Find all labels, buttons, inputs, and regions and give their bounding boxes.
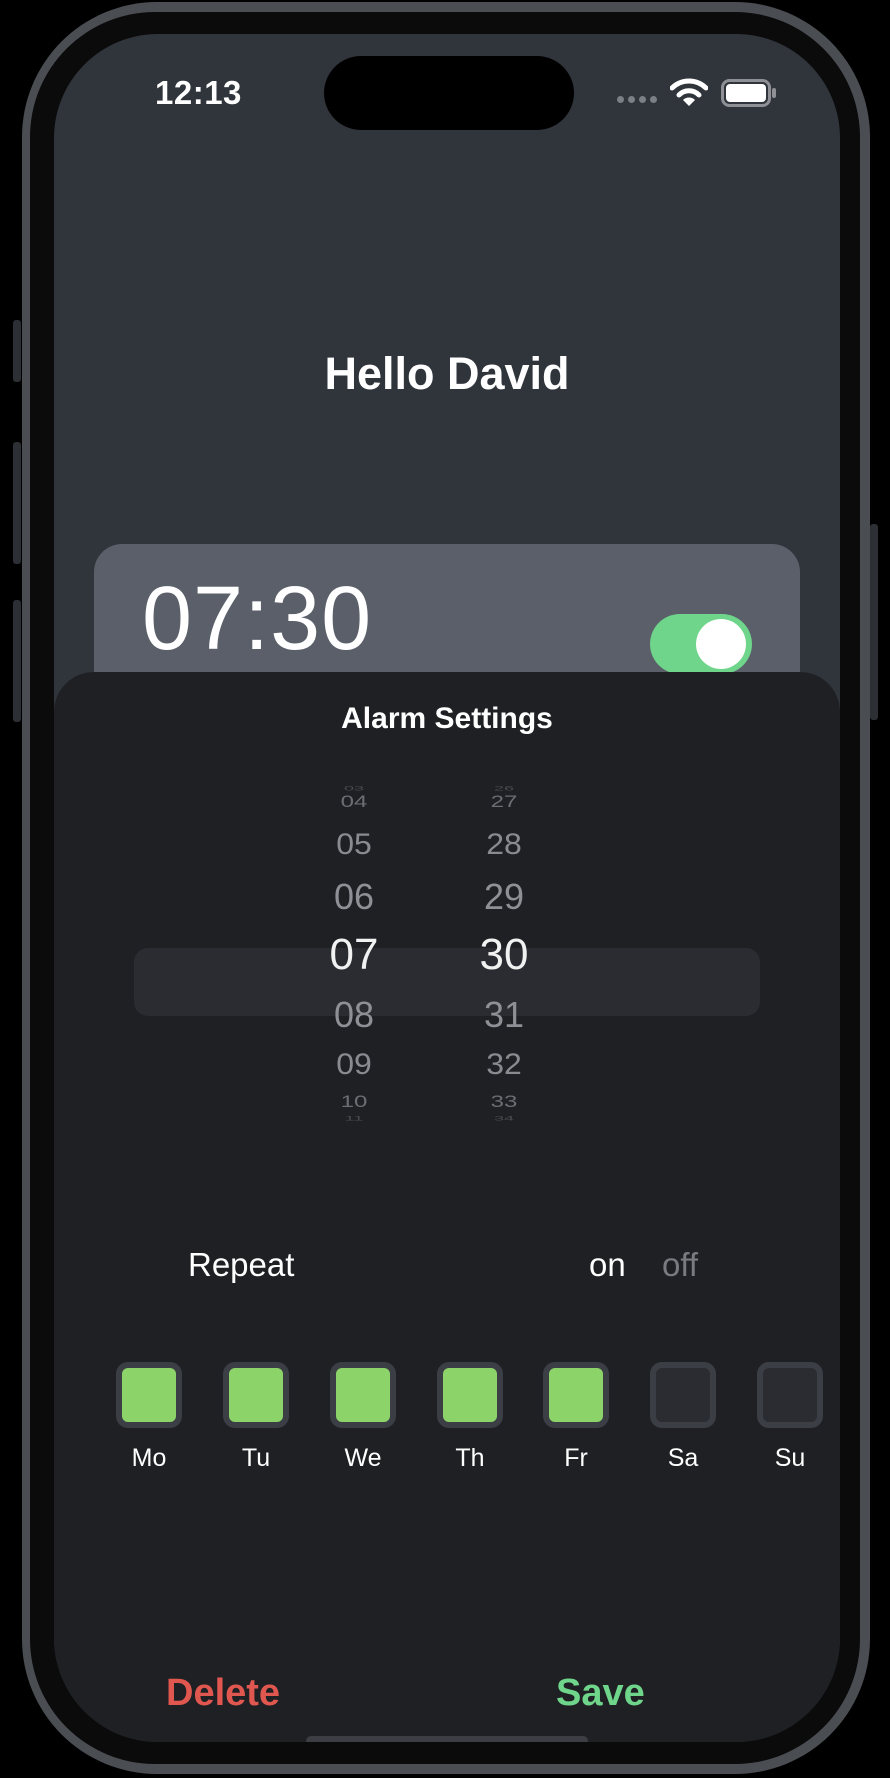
power-button (870, 524, 878, 720)
minute-option[interactable]: 28 (454, 827, 554, 861)
day-label: Tu (241, 1444, 271, 1472)
alarm-settings-sheet: Alarm Settings 03 04 05 06 07 08 09 10 1… (54, 672, 840, 1742)
day-friday[interactable]: Fr (543, 1362, 609, 1473)
phone-screen: 12:13 Hello David 07:30 Alarm Settings 0… (54, 34, 840, 1742)
day-thursday[interactable]: Th (437, 1362, 503, 1473)
cellular-signal-icon (617, 96, 657, 103)
hour-option[interactable]: 06 (304, 876, 404, 918)
hour-option[interactable]: 10 (304, 1092, 404, 1112)
sheet-title: Alarm Settings (341, 702, 553, 735)
minute-option[interactable]: 34 (454, 1115, 554, 1122)
day-checkbox[interactable] (116, 1362, 182, 1428)
volume-down-button (13, 600, 21, 722)
minute-option[interactable]: 31 (454, 994, 554, 1036)
status-time: 12:13 (155, 74, 242, 111)
hour-option[interactable]: 11 (304, 1115, 404, 1122)
hour-option[interactable]: 09 (304, 1047, 404, 1081)
minute-wheel[interactable]: 26 27 28 29 30 31 32 33 34 (454, 782, 554, 1132)
hour-option[interactable]: 03 (304, 785, 404, 792)
greeting-title: Hello David (324, 348, 570, 399)
save-button[interactable]: Save (556, 1672, 645, 1715)
picker-selection-band (134, 948, 760, 1016)
day-checkbox[interactable] (650, 1362, 716, 1428)
day-label: Fr (564, 1444, 588, 1472)
repeat-on-option[interactable]: on (589, 1246, 626, 1284)
day-checkbox[interactable] (757, 1362, 823, 1428)
day-label: Su (774, 1444, 806, 1472)
dynamic-island (324, 56, 574, 130)
alarm-toggle[interactable] (650, 614, 752, 674)
hour-option-selected[interactable]: 07 (304, 930, 404, 980)
day-checkbox[interactable] (543, 1362, 609, 1428)
day-label: Th (455, 1444, 485, 1472)
repeat-label: Repeat (188, 1246, 295, 1283)
day-monday[interactable]: Mo (116, 1362, 182, 1473)
minute-option-selected[interactable]: 30 (454, 930, 554, 980)
day-tuesday[interactable]: Tu (223, 1362, 289, 1473)
action-button (13, 320, 21, 382)
alarm-time: 07:30 (142, 569, 373, 669)
delete-button[interactable]: Delete (166, 1672, 280, 1715)
minute-option[interactable]: 29 (454, 876, 554, 918)
hour-option[interactable]: 04 (304, 792, 404, 812)
minute-option[interactable]: 33 (454, 1092, 554, 1112)
toggle-knob (696, 619, 746, 669)
home-indicator[interactable] (306, 1736, 588, 1742)
day-checkbox[interactable] (223, 1362, 289, 1428)
day-sunday[interactable]: Su (757, 1362, 823, 1473)
hour-wheel[interactable]: 03 04 05 06 07 08 09 10 11 (304, 782, 404, 1132)
day-label: Sa (667, 1444, 699, 1472)
day-label: We (344, 1444, 382, 1472)
minute-option[interactable]: 32 (454, 1047, 554, 1081)
hour-option[interactable]: 08 (304, 994, 404, 1036)
day-checkbox[interactable] (330, 1362, 396, 1428)
repeat-off-option[interactable]: off (662, 1246, 698, 1284)
day-saturday[interactable]: Sa (650, 1362, 716, 1473)
volume-up-button (13, 442, 21, 564)
minute-option[interactable]: 27 (454, 792, 554, 812)
day-label: Mo (131, 1444, 167, 1472)
day-wednesday[interactable]: We (330, 1362, 396, 1473)
repeat-days: Mo Tu We Th Fr Sa Su (54, 1362, 840, 1482)
battery-icon (721, 79, 776, 107)
hour-option[interactable]: 05 (304, 827, 404, 861)
wifi-icon (670, 78, 708, 106)
time-picker[interactable]: 03 04 05 06 07 08 09 10 11 26 27 28 29 3… (134, 782, 760, 1132)
day-checkbox[interactable] (437, 1362, 503, 1428)
minute-option[interactable]: 26 (454, 785, 554, 792)
